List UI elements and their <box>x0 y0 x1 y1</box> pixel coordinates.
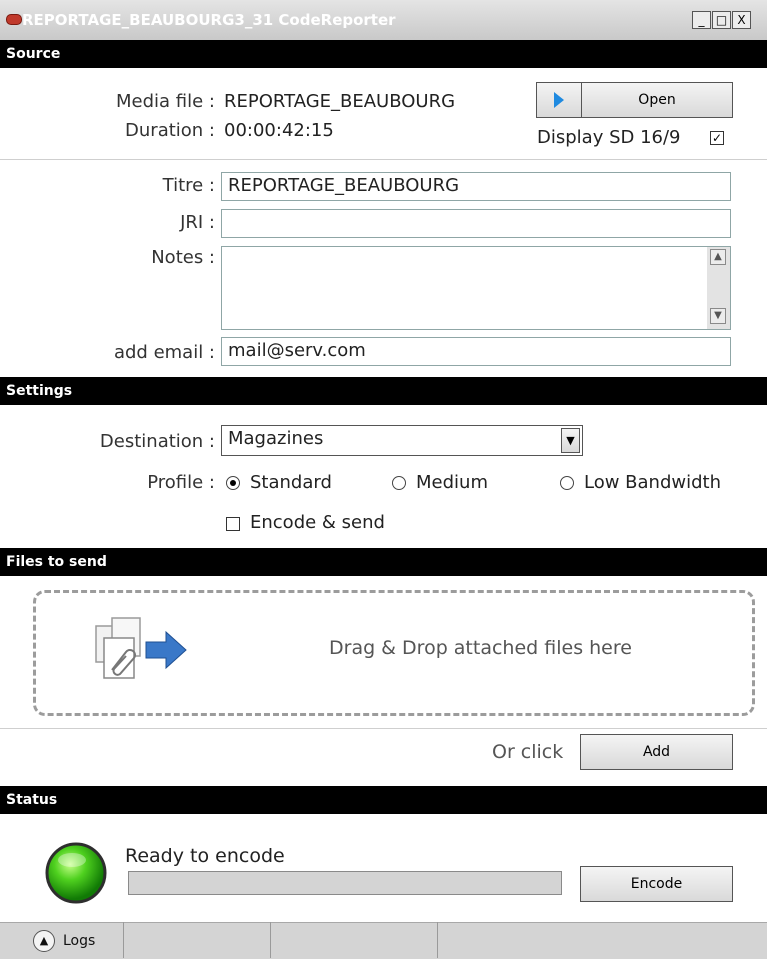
encode-send-checkbox[interactable] <box>226 517 240 531</box>
statusbar-separator <box>123 922 124 958</box>
play-button[interactable] <box>536 82 582 118</box>
app-icon <box>6 14 22 25</box>
section-header-status: Status <box>0 786 767 814</box>
scroll-down-icon[interactable]: ▼ <box>710 308 726 324</box>
titre-label: Titre : <box>162 175 215 196</box>
divider <box>0 728 767 729</box>
radio-standard[interactable] <box>226 476 240 490</box>
media-file-value: REPORTAGE_BEAUBOURG <box>224 91 456 112</box>
destination-select[interactable]: Magazines <box>221 425 583 456</box>
minimize-button[interactable]: _ <box>692 11 711 29</box>
encode-progress-bar <box>128 871 562 895</box>
jri-input[interactable] <box>221 209 731 238</box>
open-button[interactable]: Open <box>581 82 733 118</box>
radio-standard-label: Standard <box>250 472 332 493</box>
display-sd-checkbox[interactable]: ✓ <box>710 131 724 145</box>
attach-files-icon <box>90 612 190 696</box>
maximize-button[interactable]: □ <box>712 11 731 29</box>
notes-label: Notes : <box>151 247 215 268</box>
section-header-settings: Settings <box>0 377 767 405</box>
window-title: REPORTAGE_BEAUBOURG3_31 CodeReporter <box>22 11 396 29</box>
radio-low-bandwidth[interactable] <box>560 476 574 490</box>
radio-medium-label: Medium <box>416 472 488 493</box>
profile-label: Profile : <box>147 472 215 493</box>
jri-label: JRI : <box>180 212 215 233</box>
email-label: add email : <box>113 342 215 363</box>
statusbar-separator <box>270 922 271 958</box>
encode-send-label: Encode & send <box>250 512 385 533</box>
drop-zone-text: Drag & Drop attached files here <box>329 637 632 659</box>
status-bar <box>0 922 767 959</box>
media-file-label: Media file : <box>116 91 215 112</box>
add-button[interactable]: Add <box>580 734 733 770</box>
titre-input[interactable]: REPORTAGE_BEAUBOURG <box>221 172 731 201</box>
divider <box>0 159 767 160</box>
chevron-down-icon[interactable]: ▼ <box>561 428 580 453</box>
status-text: Ready to encode <box>125 845 285 867</box>
radio-low-bandwidth-label: Low Bandwidth <box>584 472 721 493</box>
logs-label[interactable]: Logs <box>63 933 95 949</box>
or-click-text: Or click <box>492 741 564 763</box>
duration-label: Duration : <box>125 120 215 141</box>
collapse-up-icon[interactable]: ▲ <box>33 930 55 952</box>
destination-value: Magazines <box>228 428 324 449</box>
section-header-source: Source <box>0 40 767 68</box>
radio-medium[interactable] <box>392 476 406 490</box>
scroll-up-icon[interactable]: ▲ <box>710 249 726 265</box>
section-header-files: Files to send <box>0 548 767 576</box>
close-button[interactable]: X <box>732 11 751 29</box>
encode-button[interactable]: Encode <box>580 866 733 902</box>
notes-textarea[interactable] <box>221 246 731 330</box>
display-sd-label: Display SD 16/9 <box>537 127 681 148</box>
duration-value: 00:00:42:15 <box>224 120 334 141</box>
email-input[interactable]: mail@serv.com <box>221 337 731 366</box>
statusbar-separator <box>437 922 438 958</box>
destination-label: Destination : <box>99 431 215 452</box>
play-icon <box>554 92 564 108</box>
status-light-icon <box>45 842 107 908</box>
